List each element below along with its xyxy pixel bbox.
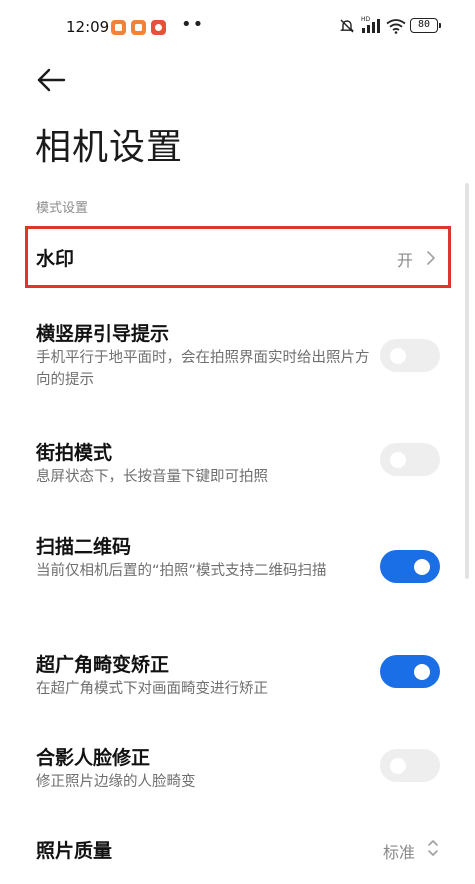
setting-title: 照片质量	[36, 840, 113, 862]
setting-street-snap: 街拍模式 息屏状态下，长按音量下键即可拍照	[0, 428, 475, 494]
setting-description: 修正照片边缘的人脸畸变	[36, 774, 196, 790]
setting-value: 标准	[383, 843, 416, 862]
toggle-knob	[414, 663, 430, 680]
orientation-guide-toggle[interactable]	[380, 339, 440, 372]
app-notification-icon	[111, 20, 126, 35]
battery-icon: 80	[410, 18, 441, 33]
arrow-left-icon	[37, 68, 66, 92]
setting-description: 息屏状态下，长按音量下键即可拍照	[36, 469, 268, 485]
setting-title: 扫描二维码	[36, 536, 132, 558]
setting-orientation-guide: 横竖屏引导提示 手机平行于地平面时，会在拍照界面实时给出照片方向的提示	[0, 308, 475, 400]
setting-description: 当前仅相机后置的“拍照”模式支持二维码扫描	[36, 563, 327, 579]
toggle-knob	[390, 757, 406, 774]
setting-title: 水印	[36, 248, 75, 270]
app-notification-icon	[151, 20, 166, 35]
wifi-icon	[386, 18, 406, 38]
back-button[interactable]	[30, 62, 70, 98]
toggle-knob	[390, 451, 406, 468]
qr-scan-toggle[interactable]	[380, 550, 440, 583]
more-notifications-indicator: ••	[181, 14, 205, 35]
setting-ultrawide-correction: 超广角畸变矫正 在超广角模式下对画面畸变进行矫正	[0, 640, 475, 706]
setting-watermark[interactable]: 水印 开	[0, 230, 475, 286]
setting-title: 横竖屏引导提示	[36, 323, 170, 345]
status-bar: 12:09 •• HD 80	[0, 0, 475, 50]
setting-title: 合影人脸修正	[36, 747, 151, 769]
section-label: 模式设置	[36, 201, 89, 216]
street-snap-toggle[interactable]	[380, 443, 440, 476]
app-notification-icon	[131, 20, 146, 35]
mute-icon	[339, 18, 355, 38]
setting-group-face-correction: 合影人脸修正 修正照片边缘的人脸畸变	[0, 733, 475, 799]
select-arrows-icon	[427, 837, 439, 863]
setting-description: 在超广角模式下对画面畸变进行矫正	[36, 681, 268, 697]
setting-photo-quality[interactable]: 照片质量 标准	[0, 828, 475, 872]
toggle-knob	[390, 347, 406, 364]
group-face-correction-toggle[interactable]	[380, 749, 440, 782]
page-title: 相机设置	[35, 127, 184, 168]
hd-signal-icon: HD	[360, 15, 382, 38]
setting-value: 开	[397, 251, 414, 270]
toggle-knob	[414, 558, 430, 575]
status-time: 12:09	[66, 18, 110, 36]
setting-title: 街拍模式	[36, 442, 113, 464]
setting-qr-scan: 扫描二维码 当前仅相机后置的“拍照”模式支持二维码扫描	[0, 522, 475, 612]
ultrawide-correction-toggle[interactable]	[380, 655, 440, 688]
svg-text:HD: HD	[361, 16, 371, 23]
setting-description: 手机平行于地平面时，会在拍照界面实时给出照片方向的提示	[36, 350, 370, 388]
scrollbar[interactable]	[465, 183, 469, 579]
setting-title: 超广角畸变矫正	[36, 654, 170, 676]
chevron-right-icon	[426, 250, 436, 270]
